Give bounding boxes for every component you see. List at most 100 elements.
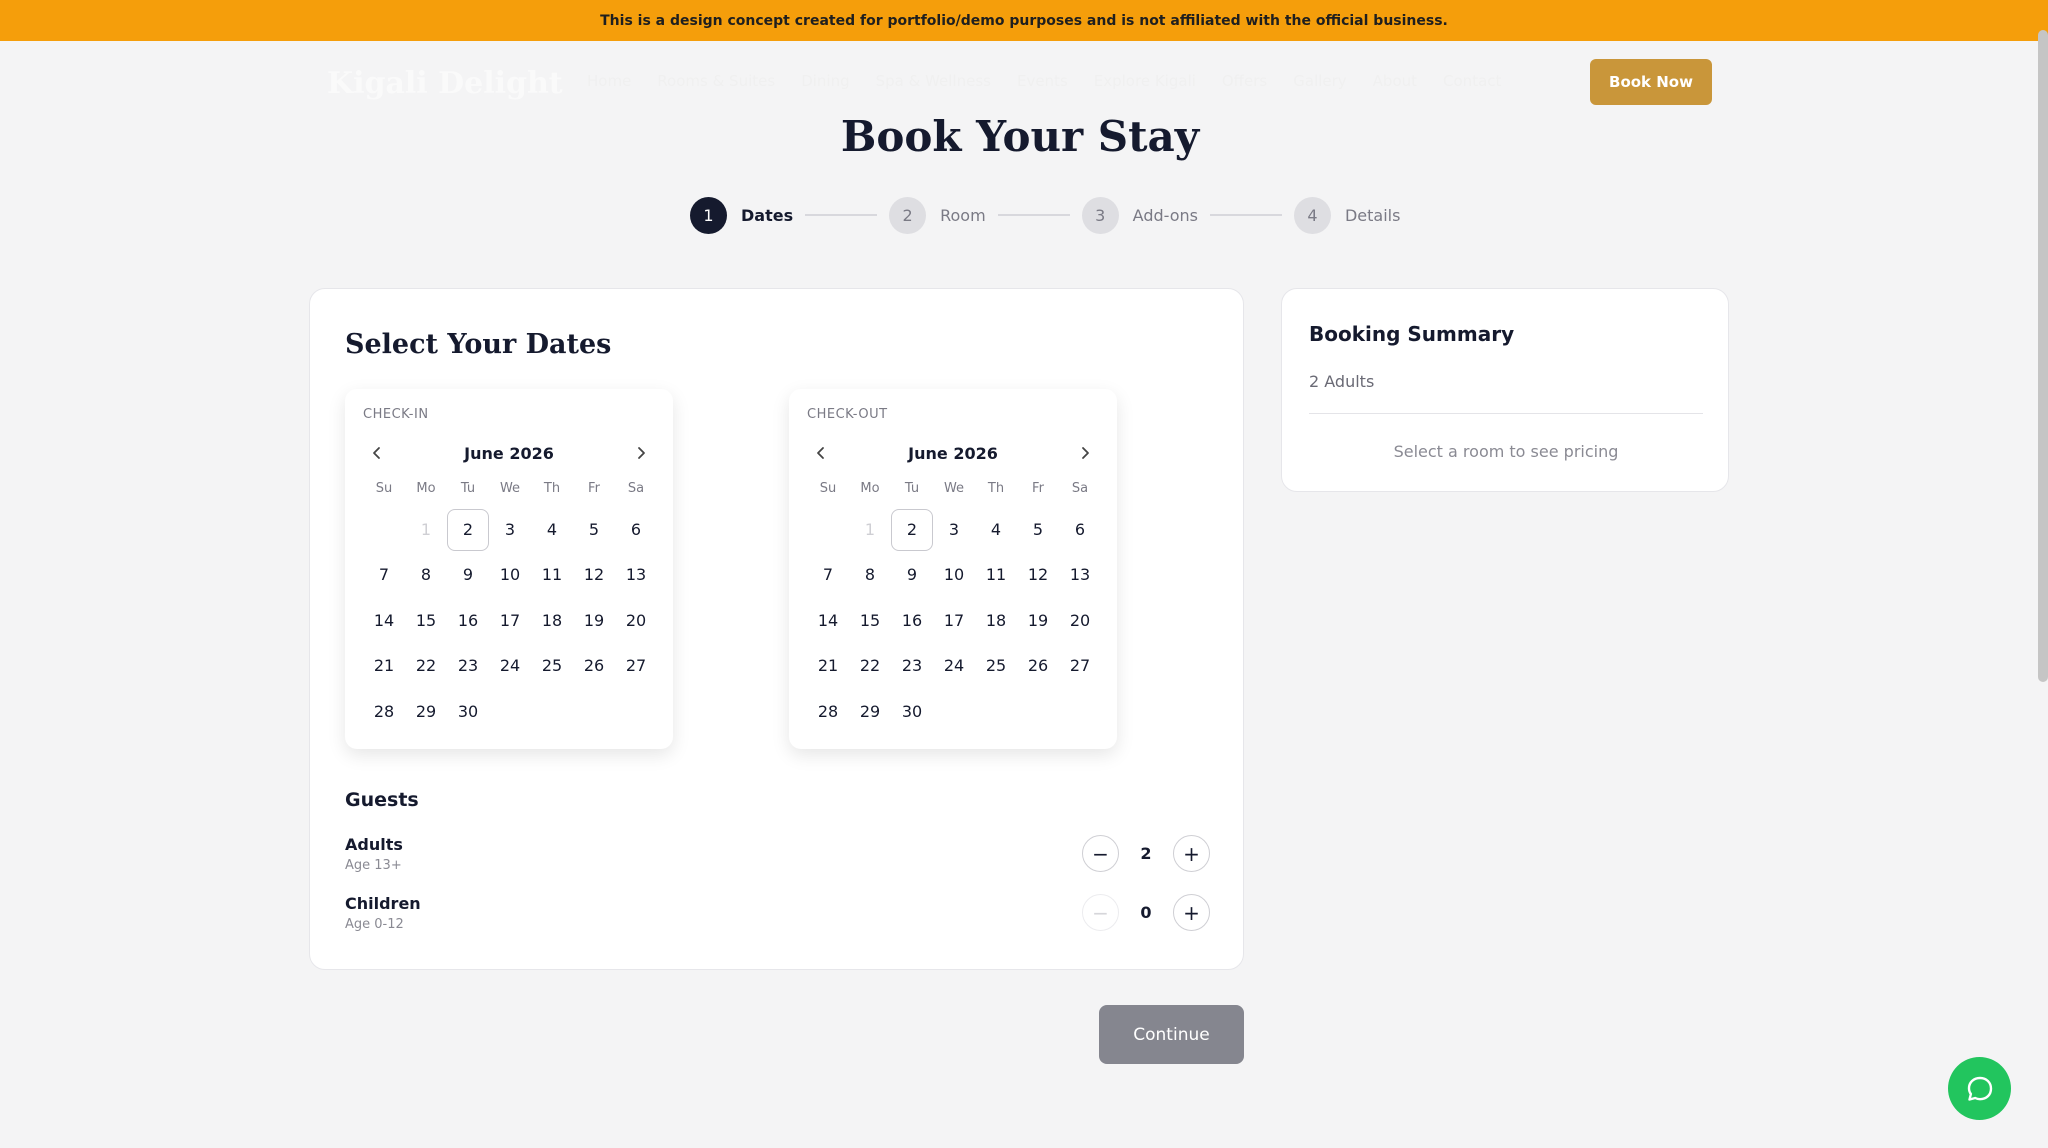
calendar-day[interactable]: 16	[447, 598, 489, 643]
calendar-day[interactable]: 11	[975, 552, 1017, 597]
calendar-day[interactable]: 9	[447, 552, 489, 597]
calendar-month: June 2026	[908, 443, 998, 463]
nav-link-contact[interactable]: Contact	[1443, 72, 1501, 90]
chat-button[interactable]	[1948, 1057, 2011, 1120]
demo-disclaimer-banner: This is a design concept created for por…	[0, 0, 2048, 41]
calendar-day[interactable]: 27	[1059, 643, 1101, 688]
calendar-day[interactable]: 21	[807, 643, 849, 688]
nav-link-spa[interactable]: Spa & Wellness	[876, 72, 991, 90]
step-dates[interactable]: 1 Dates	[690, 196, 793, 234]
calendar-day[interactable]: 30	[891, 689, 933, 734]
step-label: Details	[1344, 205, 1401, 225]
calendar-day[interactable]: 14	[363, 598, 405, 643]
calendar-day[interactable]: 22	[405, 643, 447, 688]
calendar-day[interactable]: 27	[615, 643, 657, 688]
calendar-day[interactable]: 28	[807, 689, 849, 734]
next-month-button[interactable]	[1071, 439, 1099, 467]
calendar-day[interactable]: 3	[933, 507, 975, 552]
children-increment-button[interactable]: +	[1173, 894, 1210, 931]
calendar-day[interactable]: 26	[573, 643, 615, 688]
calendar-day[interactable]: 18	[975, 598, 1017, 643]
step-details[interactable]: 4 Details	[1293, 196, 1401, 234]
calendar-day[interactable]: 6	[1059, 507, 1101, 552]
calendar-day[interactable]: 23	[891, 643, 933, 688]
adults-increment-button[interactable]: +	[1173, 835, 1210, 872]
calendar-day[interactable]: 5	[573, 507, 615, 552]
site-logo[interactable]: Kigali Delight	[327, 66, 563, 101]
calendar-day[interactable]: 17	[933, 598, 975, 643]
calendar-day[interactable]: 12	[573, 552, 615, 597]
calendar-day[interactable]: 18	[531, 598, 573, 643]
calendar-day[interactable]: 19	[573, 598, 615, 643]
adults-decrement-button[interactable]: −	[1082, 835, 1119, 872]
nav-link-dining[interactable]: Dining	[801, 72, 849, 90]
guests-title: Guests	[345, 789, 419, 811]
prev-month-button[interactable]	[363, 439, 391, 467]
banner-text: This is a design concept created for por…	[600, 12, 1448, 29]
calendar-day[interactable]: 26	[1017, 643, 1059, 688]
summary-title: Booking Summary	[1309, 322, 1515, 346]
calendar-day[interactable]: 5	[1017, 507, 1059, 552]
calendar-day[interactable]: 4	[975, 507, 1017, 552]
calendar-day[interactable]: 13	[1059, 552, 1101, 597]
calendar-day[interactable]: 29	[405, 689, 447, 734]
calendar-day: 1	[405, 507, 447, 552]
calendar-day[interactable]: 8	[405, 552, 447, 597]
step-addons[interactable]: 3 Add-ons	[1081, 196, 1198, 234]
step-room[interactable]: 2 Room	[889, 196, 986, 234]
prev-month-button[interactable]	[807, 439, 835, 467]
nav-link-gallery[interactable]: Gallery	[1293, 72, 1346, 90]
calendar-empty-cell	[807, 507, 849, 552]
calendar-header: June 2026	[807, 439, 1099, 467]
calendar-day[interactable]: 13	[615, 552, 657, 597]
nav-link-events[interactable]: Events	[1017, 72, 1068, 90]
nav-link-offers[interactable]: Offers	[1222, 72, 1267, 90]
chevron-right-icon	[638, 447, 645, 459]
calendar-day[interactable]: 6	[615, 507, 657, 552]
nav-link-rooms[interactable]: Rooms & Suites	[657, 72, 775, 90]
step-label: Add-ons	[1132, 205, 1198, 225]
calendar-day[interactable]: 20	[615, 598, 657, 643]
calendar-day[interactable]: 15	[849, 598, 891, 643]
book-now-button[interactable]: Book Now	[1590, 59, 1712, 105]
children-decrement-button[interactable]: −	[1082, 894, 1119, 931]
calendar-day[interactable]: 2	[447, 507, 489, 552]
calendar-day[interactable]: 10	[933, 552, 975, 597]
calendar-grid: Su Mo Tu We Th Fr Sa 1 2 3 4 5 6 7 8 9 10 11 12 13 14 15 16 17 1…	[363, 481, 657, 734]
next-month-button[interactable]	[627, 439, 655, 467]
calendar-day[interactable]: 8	[849, 552, 891, 597]
calendar-grid: Su Mo Tu We Th Fr Sa 1 2 3 4 5 6 7 8 9 10 11 12 13 14 15 16 17 1…	[807, 481, 1101, 734]
calendar-day[interactable]: 24	[933, 643, 975, 688]
nav-link-home[interactable]: Home	[587, 72, 631, 90]
calendar-day[interactable]: 11	[531, 552, 573, 597]
calendar-day[interactable]: 16	[891, 598, 933, 643]
calendar-day[interactable]: 3	[489, 507, 531, 552]
calendar-day[interactable]: 17	[489, 598, 531, 643]
calendar-day[interactable]: 12	[1017, 552, 1059, 597]
calendar-day[interactable]: 24	[489, 643, 531, 688]
continue-button[interactable]: Continue	[1099, 1005, 1244, 1064]
calendar-day[interactable]: 14	[807, 598, 849, 643]
chevron-left-icon	[817, 447, 824, 459]
nav-link-explore[interactable]: Explore Kigali	[1094, 72, 1196, 90]
calendar-day[interactable]: 21	[363, 643, 405, 688]
calendar-day[interactable]: 15	[405, 598, 447, 643]
calendar-day[interactable]: 28	[363, 689, 405, 734]
calendar-day[interactable]: 7	[807, 552, 849, 597]
calendar-day[interactable]: 22	[849, 643, 891, 688]
nav-link-about[interactable]: About	[1373, 72, 1417, 90]
calendar-day[interactable]: 20	[1059, 598, 1101, 643]
children-row: Children Age 0-12 − 0 +	[345, 894, 1210, 940]
calendar-day[interactable]: 10	[489, 552, 531, 597]
calendar-day[interactable]: 30	[447, 689, 489, 734]
calendar-day[interactable]: 2	[891, 507, 933, 552]
calendar-day[interactable]: 7	[363, 552, 405, 597]
weekday-label: Sa	[1071, 481, 1089, 496]
calendar-day[interactable]: 9	[891, 552, 933, 597]
calendar-day[interactable]: 19	[1017, 598, 1059, 643]
calendar-day[interactable]: 29	[849, 689, 891, 734]
calendar-day[interactable]: 25	[531, 643, 573, 688]
calendar-day[interactable]: 25	[975, 643, 1017, 688]
calendar-day[interactable]: 23	[447, 643, 489, 688]
calendar-day[interactable]: 4	[531, 507, 573, 552]
